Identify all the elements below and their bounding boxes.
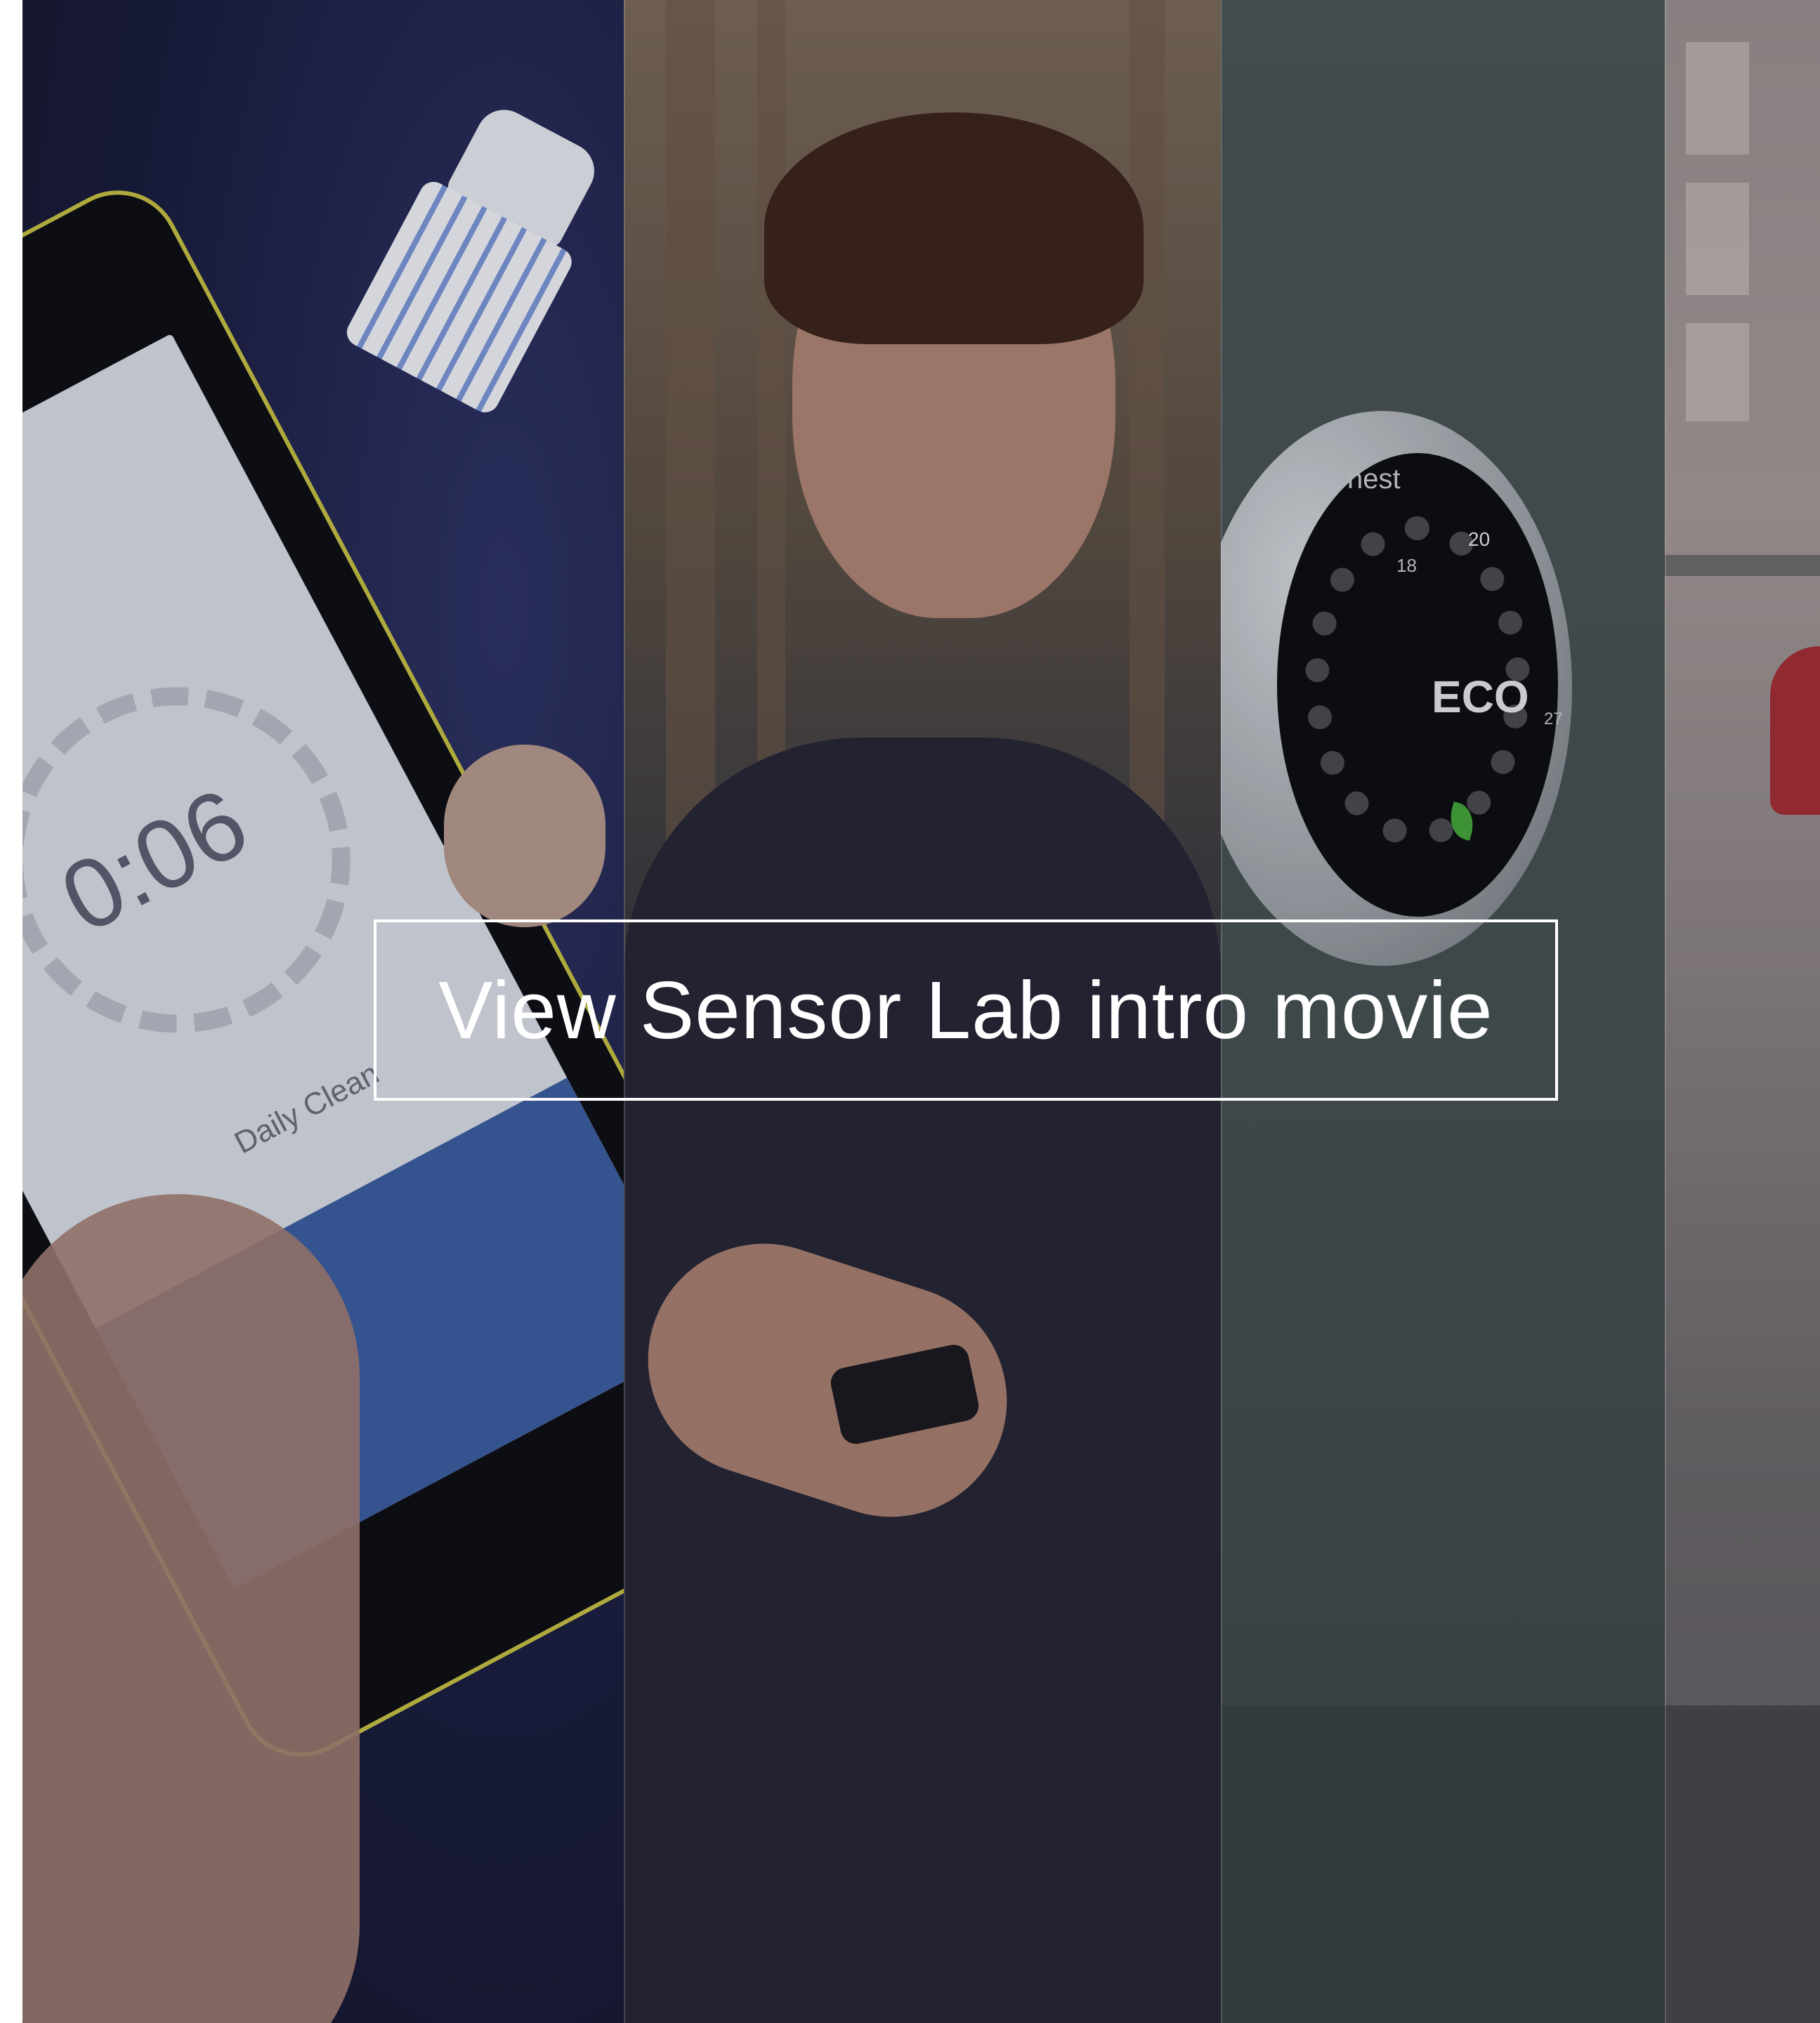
thermostat-mark: 18 <box>1396 555 1417 576</box>
window-pane <box>1686 42 1749 155</box>
railing <box>1665 555 1820 576</box>
window-pane <box>1686 323 1749 421</box>
thermostat-mark: 27 <box>1544 709 1563 728</box>
hand-image <box>22 1194 360 2023</box>
mode-caption: Daily Clean <box>228 1056 385 1161</box>
thermostat-mark: 20 <box>1468 528 1491 550</box>
hero-collage: 0:06 Daily Clean nest 18 20 27 ECO View … <box>22 0 1820 2023</box>
panel-interior <box>1665 0 1820 2023</box>
runner-hair <box>764 112 1144 344</box>
thumb-image <box>444 745 605 927</box>
intro-movie-button[interactable]: View Sensor Lab intro movie <box>374 919 1558 1101</box>
intro-movie-label: View Sensor Lab intro movie <box>438 964 1493 1056</box>
window-pane <box>1686 183 1749 295</box>
thermostat-brand: nest <box>1347 464 1401 495</box>
red-chair-image <box>1770 646 1820 815</box>
thermostat-mode: ECO <box>1432 672 1529 722</box>
panel-divider <box>1665 0 1666 2023</box>
toothbrush-image <box>317 80 624 440</box>
floor-lower-section <box>1665 1706 1820 2023</box>
wall-lower-section <box>1221 1706 1665 2023</box>
